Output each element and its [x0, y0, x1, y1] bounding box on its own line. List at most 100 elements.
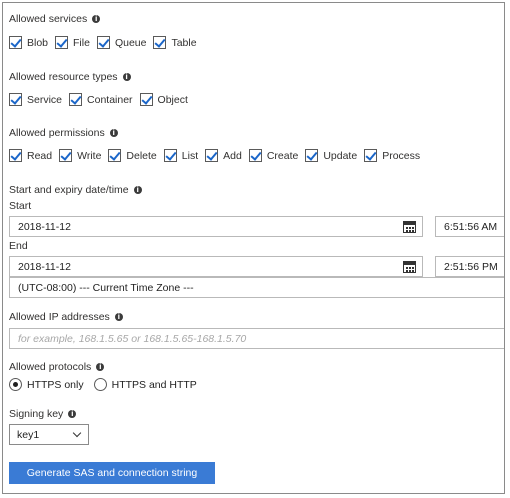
checkbox-label: Read — [27, 149, 53, 162]
checkbox-table[interactable]: Table — [153, 36, 197, 49]
allowed-ip-label: Allowed IP addresses i — [9, 311, 123, 323]
checkbox-checked-icon[interactable] — [153, 36, 167, 49]
checkbox-checked-icon[interactable] — [108, 149, 122, 162]
start-time-input[interactable]: 6:51:56 AM — [435, 216, 504, 237]
sas-settings-panel: Allowed services i Blob File Queue Table… — [2, 2, 505, 494]
start-date-value: 2018-11-12 — [18, 220, 71, 233]
allowed-protocols-label: Allowed protocols i — [9, 361, 105, 373]
checkbox-checked-icon[interactable] — [9, 36, 22, 49]
checkbox-label: Create — [266, 149, 299, 162]
calendar-day-dot — [406, 227, 408, 229]
resource-types-checkbox-row: Service Container Object — [9, 93, 195, 106]
start-time-value: 6:51:56 AM — [444, 220, 498, 233]
calendar-day-dot — [412, 227, 414, 229]
radio-https-only[interactable]: HTTPS only — [9, 378, 84, 391]
checkbox-add[interactable]: Add — [205, 149, 242, 162]
calendar-day-dot — [412, 267, 414, 269]
radio-label: HTTPS and HTTP — [111, 378, 197, 391]
allowed-services-label: Allowed services i — [9, 13, 101, 25]
generate-sas-button[interactable]: Generate SAS and connection string — [9, 462, 215, 484]
checkbox-queue[interactable]: Queue — [96, 36, 147, 49]
checkbox-write[interactable]: Write — [59, 149, 101, 162]
calendar-day-dot — [412, 230, 414, 232]
info-icon[interactable]: i — [68, 410, 77, 418]
end-date-input[interactable]: 2018-11-12 — [9, 256, 423, 277]
signing-key-label: Signing key i — [9, 408, 77, 420]
checkbox-checked-icon[interactable] — [163, 149, 177, 162]
checkbox-read[interactable]: Read — [9, 149, 52, 162]
checkbox-checked-icon[interactable] — [96, 36, 110, 49]
allowed-ip-placeholder: for example, 168.1.5.65 or 168.1.5.65-16… — [18, 332, 247, 345]
calendar-icon[interactable] — [403, 221, 416, 233]
checkbox-create[interactable]: Create — [248, 149, 299, 162]
checkbox-label: Add — [223, 149, 242, 162]
checkbox-delete[interactable]: Delete — [108, 149, 157, 162]
allowed-resource-types-text: Allowed resource types — [9, 71, 118, 83]
end-time-value: 2:51:56 PM — [444, 260, 498, 273]
checkbox-checked-icon[interactable] — [9, 93, 22, 106]
calendar-day-dot — [409, 270, 411, 272]
info-icon[interactable]: i — [114, 313, 123, 321]
checkbox-checked-icon[interactable] — [139, 93, 153, 106]
calendar-day-dot — [406, 270, 408, 272]
allowed-permissions-label: Allowed permissions i — [9, 127, 118, 139]
checkbox-label: Delete — [126, 149, 157, 162]
checkbox-list[interactable]: List — [163, 149, 199, 162]
allowed-services-text: Allowed services — [9, 13, 88, 25]
checkbox-checked-icon[interactable] — [55, 36, 69, 49]
signing-key-select[interactable]: key1 — [9, 424, 89, 445]
info-icon[interactable]: i — [122, 73, 131, 81]
checkbox-checked-icon[interactable] — [69, 93, 83, 106]
allowed-protocols-text: Allowed protocols — [9, 361, 92, 373]
checkbox-label: Blob — [27, 36, 49, 49]
radio-unselected-icon[interactable] — [93, 378, 107, 391]
checkbox-file[interactable]: File — [55, 36, 90, 49]
checkbox-label: Update — [323, 149, 358, 162]
date-time-text: Start and expiry date/time — [9, 184, 129, 196]
date-time-label: Start and expiry date/time i — [9, 184, 142, 196]
calendar-day-dot — [409, 227, 411, 229]
checkbox-object[interactable]: Object — [139, 93, 188, 106]
protocols-radio-group: HTTPS only HTTPS and HTTP — [9, 378, 207, 391]
chevron-down-icon — [72, 428, 82, 438]
allowed-resource-types-label: Allowed resource types i — [9, 71, 131, 83]
start-label: Start — [9, 200, 32, 212]
info-icon[interactable]: i — [96, 363, 105, 371]
calendar-day-dot — [412, 270, 414, 272]
calendar-day-dot — [409, 267, 411, 269]
checkbox-service[interactable]: Service — [9, 93, 62, 106]
checkbox-label: File — [73, 36, 90, 49]
signing-key-value: key1 — [17, 428, 40, 441]
checkbox-label: Table — [171, 36, 197, 49]
checkbox-container[interactable]: Container — [69, 93, 133, 106]
checkbox-checked-icon[interactable] — [248, 149, 262, 162]
checkbox-label: Queue — [114, 36, 147, 49]
checkbox-label: Container — [87, 93, 133, 106]
checkbox-checked-icon[interactable] — [364, 149, 378, 162]
checkbox-process[interactable]: Process — [364, 149, 420, 162]
allowed-ip-input[interactable]: for example, 168.1.5.65 or 168.1.5.65-16… — [9, 328, 504, 349]
calendar-day-dot — [409, 230, 411, 232]
timezone-select[interactable]: (UTC-08:00) --- Current Time Zone --- — [9, 277, 504, 298]
checkbox-label: Service — [27, 93, 63, 106]
signing-key-text: Signing key — [9, 408, 64, 420]
checkbox-checked-icon[interactable] — [305, 149, 319, 162]
checkbox-checked-icon[interactable] — [205, 149, 219, 162]
end-time-input[interactable]: 2:51:56 PM — [435, 256, 504, 277]
calendar-icon[interactable] — [403, 261, 416, 273]
allowed-ip-text: Allowed IP addresses — [9, 311, 110, 323]
radio-selected-icon[interactable] — [9, 378, 22, 391]
radio-https-and-http[interactable]: HTTPS and HTTP — [93, 378, 197, 391]
info-icon[interactable]: i — [133, 186, 142, 194]
info-icon[interactable]: i — [92, 15, 101, 23]
checkbox-checked-icon[interactable] — [59, 149, 73, 162]
info-icon[interactable]: i — [109, 129, 118, 137]
checkbox-checked-icon[interactable] — [9, 149, 22, 162]
radio-label: HTTPS only — [27, 378, 84, 391]
checkbox-blob[interactable]: Blob — [9, 36, 48, 49]
calendar-day-dot — [406, 230, 408, 232]
checkbox-label: List — [181, 149, 199, 162]
checkbox-label: Process — [382, 149, 421, 162]
checkbox-update[interactable]: Update — [305, 149, 357, 162]
start-date-input[interactable]: 2018-11-12 — [9, 216, 423, 237]
